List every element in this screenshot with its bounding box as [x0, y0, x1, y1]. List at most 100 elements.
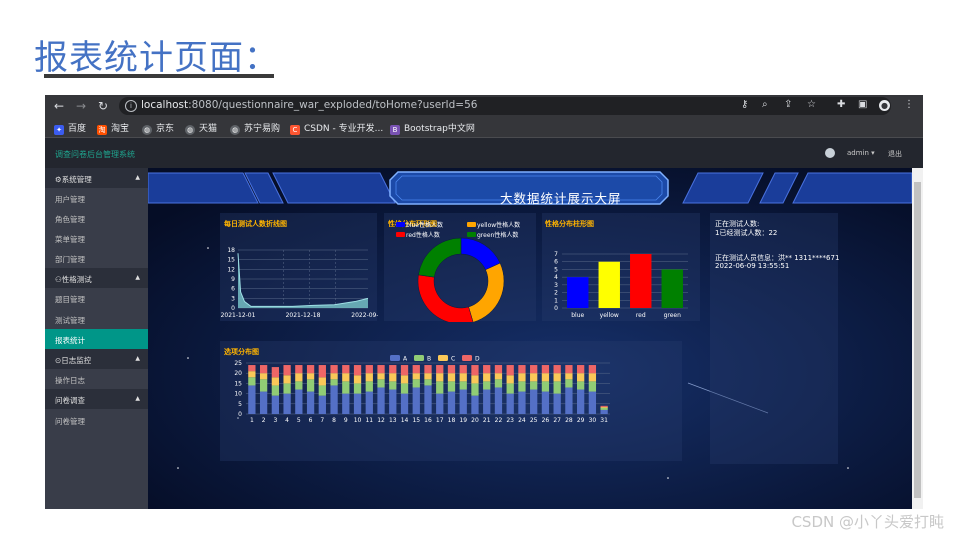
chevron-down-icon: ▾: [871, 149, 875, 157]
x-tick-label: 19: [459, 417, 467, 424]
stack-segment: [365, 373, 373, 382]
profile-icon[interactable]: ●: [879, 100, 890, 111]
sidebar-item-tests[interactable]: 测试管理: [45, 309, 148, 329]
app-title[interactable]: 调查问卷后台管理系统: [55, 149, 135, 160]
info-icon[interactable]: i: [125, 100, 137, 112]
stack-segment: [306, 365, 315, 374]
stack-segment: [342, 381, 350, 394]
stack-segment: [330, 365, 338, 374]
sidebar-group-personality[interactable]: ⚇性格测试 ▲: [45, 268, 148, 288]
stack-segment: [447, 373, 456, 382]
sidebar-group-system[interactable]: ⚙系统管理 ▲: [45, 168, 148, 188]
bookmark-csdn[interactable]: C CSDN - 专业开发...: [290, 121, 383, 135]
stack-segment: [377, 365, 385, 374]
stack-segment: [377, 373, 385, 380]
sidebar-item-oplog[interactable]: 操作日志: [45, 369, 148, 389]
x-tick-label: 10: [354, 417, 362, 424]
stack-segment: [389, 389, 397, 414]
stack-segment: [342, 373, 350, 382]
stack-segment: [471, 365, 479, 376]
x-tick-label: 20: [471, 417, 479, 424]
sidebar-group-logs[interactable]: ⊙日志监控 ▲: [45, 349, 148, 369]
stack-segment: [553, 393, 561, 414]
x-tick-label: green: [664, 312, 682, 319]
address-input[interactable]: i localhost:8080/questionnaire_war_explo…: [119, 97, 891, 115]
stack-segment: [353, 375, 362, 384]
x-tick-label: 7: [320, 417, 324, 424]
bookmark-taobao[interactable]: 淘淘宝: [97, 121, 129, 135]
x-tick-label: yellow: [600, 312, 619, 319]
extensions-icon[interactable]: ✚: [837, 99, 845, 110]
forward-arrow-icon[interactable]: →: [76, 98, 86, 114]
sidebar-item-users[interactable]: 用户管理: [45, 188, 148, 208]
stack-segment: [248, 377, 256, 386]
bookmarks-bar: ✦ 百度 淘淘宝 ◍ 京东 ◍ 天猫 ◍ 苏宁易购 C CSDN - 专业开发... BB…: [45, 117, 923, 138]
chevron-up-icon: ▲: [135, 174, 140, 181]
stack-segment: [377, 379, 385, 388]
sidebar-item-questions[interactable]: 题目管理: [45, 288, 148, 308]
stack-segment: [577, 381, 585, 390]
sidebar-item-menus[interactable]: 菜单管理: [45, 228, 148, 248]
menu-dots-icon[interactable]: ⋮: [904, 99, 914, 110]
stack-segment: [271, 395, 279, 414]
legend-swatch: [438, 355, 448, 361]
stack-segment: [389, 373, 397, 382]
bookmark-jd[interactable]: ◍ 京东: [142, 121, 174, 135]
area-series: [238, 253, 368, 308]
stack-segment: [565, 387, 573, 414]
y-tick-label: 25: [234, 360, 242, 367]
stack-segment: [283, 375, 291, 384]
globe-icon: ◍: [185, 125, 195, 135]
page-scrollbar[interactable]: [912, 168, 923, 509]
stack-segment: [588, 373, 597, 382]
sidebar-item-roles[interactable]: 角色管理: [45, 208, 148, 228]
stack-segment: [400, 375, 409, 384]
bookmark-bootstrap[interactable]: B Bootstrap中文网: [390, 121, 475, 135]
stack-segment: [306, 379, 315, 392]
stack-segment: [565, 365, 573, 374]
bootstrap-icon: B: [390, 125, 400, 135]
reload-icon[interactable]: ↻: [98, 98, 108, 114]
bookmark-tmall[interactable]: ◍ 天猫: [185, 121, 217, 135]
stack-segment: [295, 365, 303, 374]
stack-segment: [494, 365, 503, 374]
zoom-icon[interactable]: ⌕: [762, 99, 768, 110]
sidebar-item-surveys[interactable]: 问卷管理: [45, 410, 148, 430]
taobao-icon: 淘: [97, 125, 107, 135]
x-tick-label: 2021-12-01: [221, 312, 256, 319]
sidebar-item-reports[interactable]: 报表统计: [45, 329, 148, 349]
stacked-bar-chart: A B C D05101520251 2 3 4 5 6 7 8 9 10 11 12 13 14 15 16 17 1…: [234, 355, 610, 424]
y-tick-label: 0: [554, 305, 558, 312]
sidebar-item-departments[interactable]: 部门管理: [45, 248, 148, 268]
chevron-up-icon: ▲: [135, 274, 140, 281]
bookmark-suning[interactable]: ◍ 苏宁易购: [230, 121, 280, 135]
y-tick-label: 18: [227, 247, 235, 254]
stack-segment: [412, 379, 420, 388]
stack-segment: [248, 365, 256, 372]
bookmark-baidu[interactable]: ✦ 百度: [54, 121, 86, 135]
share-icon[interactable]: ⇪: [784, 99, 792, 110]
stack-segment: [518, 365, 526, 374]
x-tick-label: blue: [571, 312, 584, 319]
avatar[interactable]: [825, 148, 835, 158]
logout-link[interactable]: 退出: [888, 149, 902, 159]
x-tick-label: 2021-12-18: [286, 312, 321, 319]
star-icon[interactable]: ☆: [807, 99, 816, 110]
sidepanel-icon[interactable]: ▣: [858, 99, 867, 110]
legend-label: red性格人数: [406, 231, 440, 239]
user-menu[interactable]: admin ▾: [847, 149, 875, 157]
stack-segment: [424, 373, 432, 380]
stack-segment: [412, 387, 420, 414]
stack-segment: [447, 391, 456, 414]
stack-segment: [330, 373, 338, 380]
scroll-thumb[interactable]: [914, 182, 921, 498]
back-arrow-icon[interactable]: ←: [54, 98, 64, 114]
stack-segment: [541, 391, 550, 414]
sidebar-group-survey[interactable]: 问卷调查 ▲: [45, 389, 148, 409]
key-icon[interactable]: ⚷: [741, 99, 748, 110]
stack-segment: [248, 371, 256, 378]
stack-segment: [530, 381, 538, 390]
stack-segment: [471, 395, 479, 414]
stack-segment: [447, 381, 456, 392]
legend-swatch: [467, 232, 476, 237]
